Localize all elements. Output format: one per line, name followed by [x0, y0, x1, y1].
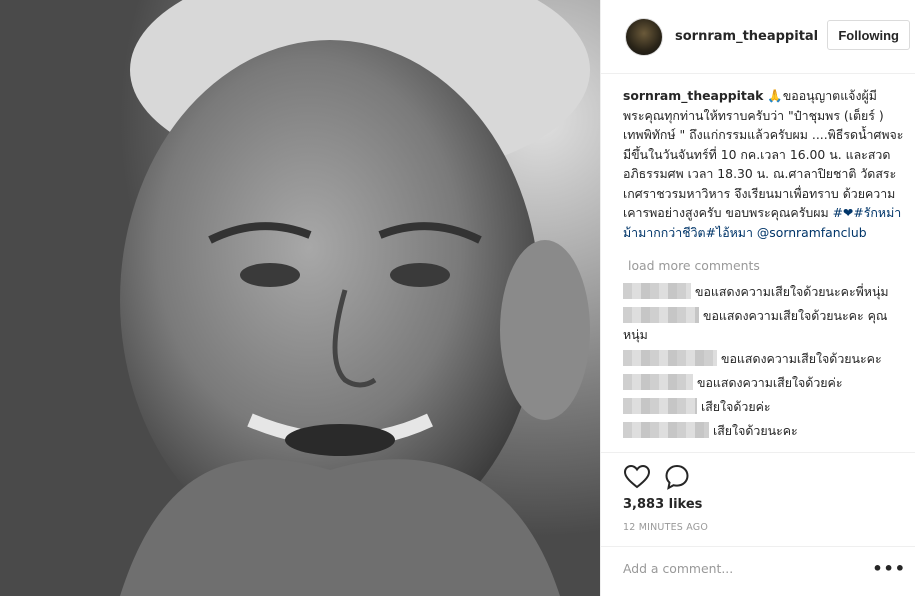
comment-text: ขอแสดงความเสียใจด้วยนะคะพี่หนุ่ม	[695, 284, 889, 299]
header-username[interactable]: sornram_theappital	[675, 29, 818, 44]
comment-item: เสียใจด้วยค่ะ	[623, 397, 908, 416]
redacted-username[interactable]	[623, 374, 693, 390]
comments-list: ขอแสดงความเสียใจด้วยนะคะพี่หนุ่ม ขอแสดงค…	[623, 282, 908, 445]
likes-count[interactable]: 3,883 likes	[623, 497, 702, 512]
comment-text: ขอแสดงความเสียใจด้วยค่ะ	[697, 375, 843, 390]
caption-mention[interactable]: @sornramfanclub	[757, 225, 867, 240]
caption-text: ขออนุญาตแจ้งผู้มีพระคุณทุกท่านให้ทราบครั…	[623, 88, 904, 220]
add-comment-bar: •••	[601, 546, 915, 596]
post-timestamp[interactable]: 12 MINUTES AGO	[623, 522, 708, 533]
redacted-username[interactable]	[623, 398, 697, 414]
post-side-panel: sornram_theappital Following sornram_the…	[600, 0, 915, 596]
caption-emoji: 🙏	[767, 88, 783, 103]
add-comment-input[interactable]	[623, 561, 873, 576]
following-button[interactable]: Following	[827, 20, 910, 50]
redacted-username[interactable]	[623, 283, 691, 299]
comment-item: เสียใจด้วยนะคะ	[623, 421, 908, 440]
comment-text: เสียใจด้วยนะคะ	[713, 423, 798, 438]
load-more-comments-link[interactable]: load more comments	[628, 258, 760, 273]
redacted-username[interactable]	[623, 307, 699, 323]
comment-icon[interactable]	[663, 463, 691, 491]
comment-text: เสียใจด้วยค่ะ	[701, 399, 771, 414]
redacted-username[interactable]	[623, 350, 717, 366]
heart-icon[interactable]	[623, 463, 651, 491]
post-header: sornram_theappital Following	[601, 0, 915, 74]
caption-username[interactable]: sornram_theappitak	[623, 88, 763, 103]
post-photo	[0, 0, 600, 596]
comment-text: ขอแสดงความเสียใจด้วยนะคะ	[721, 351, 882, 366]
comment-item: ขอแสดงความเสียใจด้วยนะคะ คุณหนุ่ม	[623, 306, 908, 344]
avatar[interactable]	[625, 17, 663, 56]
comment-item: ขอแสดงความเสียใจด้วยค่ะ	[623, 373, 908, 392]
more-options-icon[interactable]: •••	[872, 559, 906, 578]
comment-item: ขอแสดงความเสียใจด้วยนะคะพี่หนุ่ม	[623, 282, 908, 301]
comment-item: ขอแสดงความเสียใจด้วยนะคะ	[623, 349, 908, 368]
post-caption: sornram_theappitak 🙏ขออนุญาตแจ้งผู้มีพระ…	[623, 86, 908, 242]
portrait-illustration	[0, 0, 600, 596]
instagram-post: sornram_theappital Following sornram_the…	[0, 0, 915, 596]
redacted-username[interactable]	[623, 422, 709, 438]
